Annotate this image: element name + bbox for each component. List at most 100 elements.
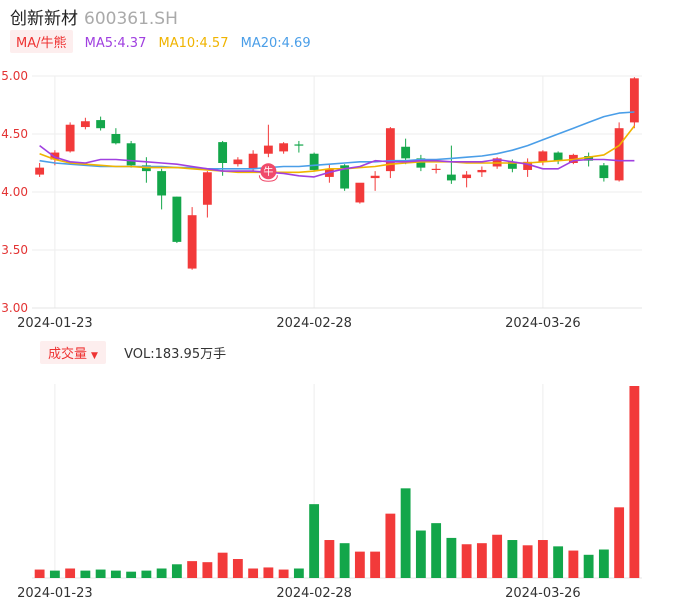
candle — [431, 164, 441, 174]
candle — [80, 117, 90, 130]
candle-body — [65, 124, 75, 152]
candle — [111, 128, 121, 145]
candle-body — [202, 172, 212, 205]
candle — [416, 154, 426, 172]
volume-bar — [126, 571, 137, 578]
candle — [202, 171, 212, 218]
volume-bar — [461, 544, 472, 578]
candle-body — [233, 159, 243, 165]
candle-body — [172, 196, 182, 242]
candle-body — [614, 128, 624, 181]
candle — [263, 124, 273, 158]
volume-bar — [370, 551, 381, 578]
candle-body — [157, 171, 167, 196]
candle-body — [126, 143, 136, 166]
volume-bar — [568, 550, 579, 578]
volume-bar — [400, 488, 411, 578]
volume-bar — [80, 570, 91, 578]
candle-body — [218, 142, 228, 163]
volume-bar — [95, 569, 106, 578]
volume-bar — [507, 540, 518, 578]
candle-body — [599, 165, 609, 179]
candle-body — [35, 167, 45, 175]
volume-bar — [248, 568, 259, 578]
price-x-tick-label: 2024-01-23 — [17, 316, 93, 331]
candle — [279, 142, 289, 154]
candle — [157, 168, 167, 210]
volume-bar — [156, 568, 167, 578]
candle-body — [538, 151, 548, 162]
volume-bar — [278, 569, 289, 578]
volume-bar — [415, 530, 426, 578]
volume-bar — [34, 569, 45, 578]
stock-chart[interactable]: 5.004.504.003.503.002024-01-232024-01-23… — [0, 0, 686, 606]
volume-bar — [217, 552, 228, 578]
candle-body — [80, 121, 90, 128]
volume-bar — [598, 549, 609, 578]
candle-body — [431, 168, 441, 170]
volume-bar — [171, 564, 182, 578]
candle — [477, 166, 487, 177]
price-tick-label: 4.00 — [1, 185, 28, 199]
volume-bar — [614, 507, 625, 578]
volume-bar — [49, 570, 60, 578]
candle-body — [279, 143, 289, 152]
volume-bar — [263, 567, 274, 578]
volume-bar — [339, 543, 350, 578]
volume-x-tick-label: 2024-03-26 — [505, 586, 581, 601]
candle-body — [462, 174, 472, 179]
candle-body — [629, 78, 639, 123]
volume-bar — [629, 386, 640, 578]
volume-bar — [583, 554, 594, 578]
candle-body — [248, 153, 258, 169]
candle — [553, 151, 563, 165]
volume-bar — [553, 546, 564, 578]
candle-body — [355, 182, 365, 203]
price-tick-label: 4.50 — [1, 127, 28, 141]
volume-bar — [354, 551, 365, 578]
candle-body — [294, 144, 304, 146]
candle — [96, 116, 106, 131]
volume-bar — [232, 559, 243, 578]
candle-body — [187, 215, 197, 269]
bull-marker: 牛 — [258, 163, 278, 182]
volume-bar — [446, 537, 457, 578]
candle — [126, 140, 136, 168]
volume-bar — [324, 540, 335, 578]
candle — [65, 122, 75, 153]
price-tick-label: 3.50 — [1, 243, 28, 257]
volume-bar — [65, 568, 76, 578]
candle — [462, 171, 472, 188]
candle — [355, 182, 365, 204]
volume-bar — [309, 504, 320, 578]
volume-bar — [202, 562, 213, 578]
volume-bar — [385, 513, 396, 578]
candle — [309, 152, 319, 172]
volume-bar — [187, 561, 198, 578]
candle-body — [263, 145, 273, 154]
price-x-tick-label: 2024-02-28 — [276, 316, 352, 331]
volume-bar — [141, 570, 152, 578]
volume-bar — [492, 534, 503, 578]
candle — [614, 122, 624, 182]
candle — [233, 157, 243, 167]
candle-body — [553, 152, 563, 161]
candle — [385, 127, 395, 179]
volume-bar — [431, 523, 442, 578]
candle-body — [309, 153, 319, 170]
volume-x-tick-label: 2024-01-23 — [17, 586, 93, 601]
volume-bar — [110, 570, 121, 578]
candle — [523, 158, 533, 177]
price-x-tick-label: 2024-03-26 — [505, 316, 581, 331]
candle — [172, 196, 182, 244]
candle — [599, 163, 609, 182]
volume-bar — [476, 543, 487, 578]
candle — [629, 77, 639, 129]
candle — [294, 140, 304, 153]
candle-body — [401, 146, 411, 159]
candle-body — [477, 169, 487, 173]
candle-body — [96, 120, 106, 129]
candle — [370, 171, 380, 191]
candle-body — [446, 174, 456, 181]
volume-bar — [522, 545, 533, 578]
